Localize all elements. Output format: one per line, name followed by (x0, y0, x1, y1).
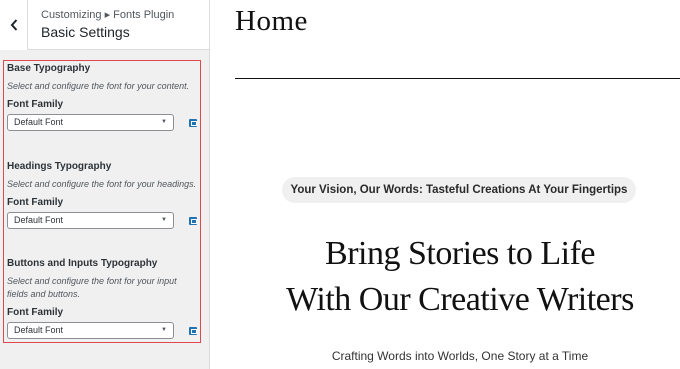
responsive-toggle-icon[interactable] (189, 327, 197, 335)
select-value: Default Font (14, 325, 64, 335)
section-buttons-inputs-typography: Buttons and Inputs Typography Select and… (7, 258, 197, 339)
hero-heading-line-2: With Our Creative Writers (286, 281, 634, 318)
font-family-label: Font Family (7, 99, 64, 110)
font-family-label: Font Family (7, 197, 64, 208)
section-base-typography: Base Typography Select and configure the… (7, 63, 197, 131)
font-family-select[interactable]: Default Font ▼ (7, 322, 174, 339)
section-title: Headings Typography (7, 161, 112, 172)
chevron-left-icon (10, 19, 17, 31)
breadcrumb: Customizing ▸ Fonts Plugin (41, 9, 175, 21)
settings-group: Base Typography Select and configure the… (3, 60, 201, 343)
tagline-pill: Your Vision, Our Words: Tasteful Creatio… (282, 177, 636, 203)
responsive-toggle-icon[interactable] (189, 119, 197, 127)
caret-down-icon: ▼ (161, 119, 167, 125)
font-family-select[interactable]: Default Font ▼ (7, 114, 174, 131)
panel-header: Customizing ▸ Fonts Plugin Basic Setting… (0, 0, 209, 50)
section-description: Select and configure the font for your h… (7, 179, 197, 189)
select-value: Default Font (14, 117, 64, 127)
section-description: Select and configure the font for your i… (7, 276, 177, 299)
site-preview: Home Your Vision, Our Words: Tasteful Cr… (210, 0, 680, 369)
page-title: Home (235, 5, 308, 37)
font-family-label: Font Family (7, 307, 64, 318)
hero-heading-line-1: Bring Stories to Life (325, 235, 595, 272)
section-headings-typography: Headings Typography Select and configure… (7, 161, 197, 229)
customizer-panel: Customizing ▸ Fonts Plugin Basic Setting… (0, 0, 210, 369)
section-title: Base Typography (7, 63, 91, 74)
hero-subtitle: Crafting Words into Worlds, One Story at… (331, 349, 589, 363)
panel-title: Basic Settings (41, 24, 130, 40)
responsive-toggle-icon[interactable] (189, 217, 197, 225)
font-family-select[interactable]: Default Font ▼ (7, 212, 174, 229)
caret-down-icon: ▼ (161, 217, 167, 223)
title-divider (235, 78, 680, 79)
section-description: Select and configure the font for your c… (7, 81, 190, 91)
section-title: Buttons and Inputs Typography (7, 258, 158, 269)
back-button[interactable] (0, 0, 28, 50)
caret-down-icon: ▼ (161, 327, 167, 333)
select-value: Default Font (14, 215, 64, 225)
